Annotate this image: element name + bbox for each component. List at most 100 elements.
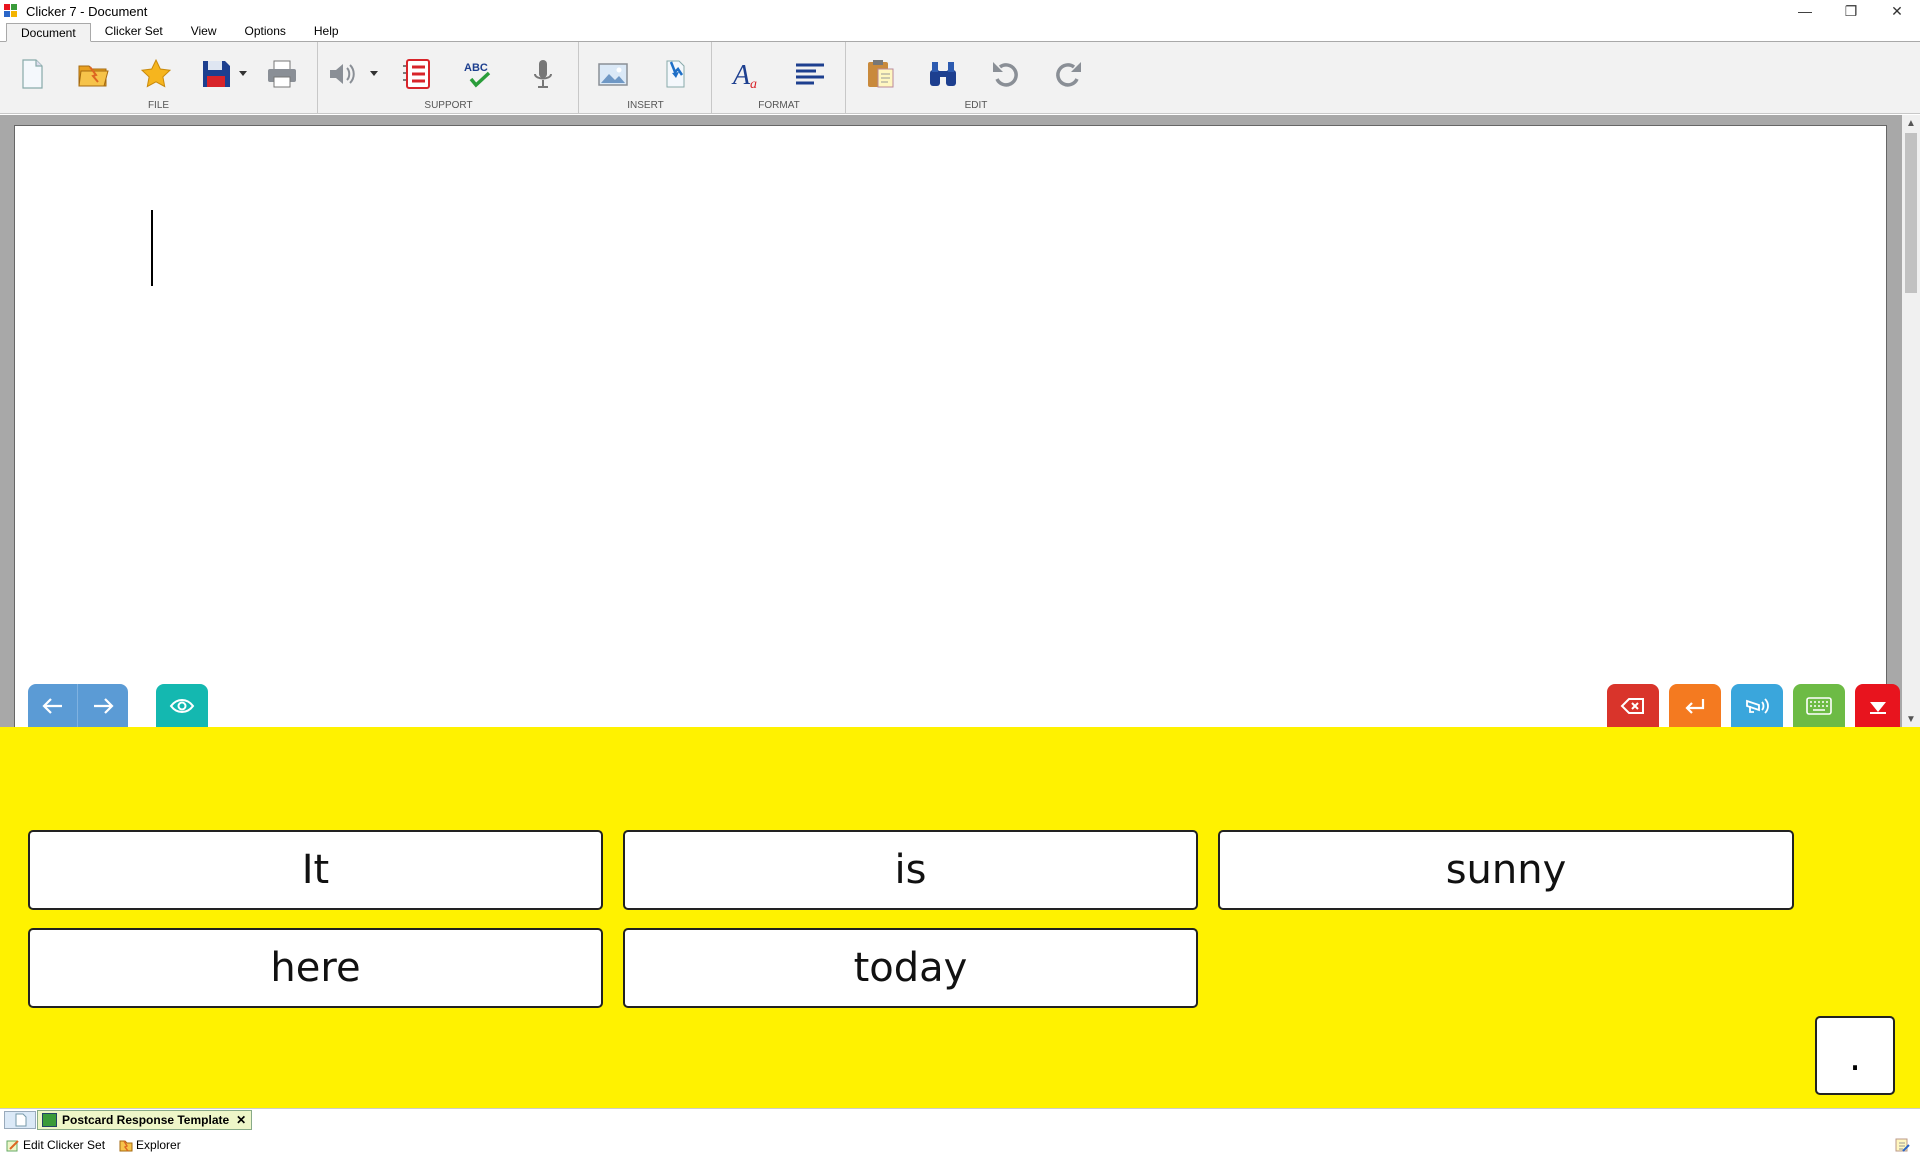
tab-clicker-set[interactable]: Clicker Set	[91, 22, 177, 41]
collapse-down-icon	[1869, 701, 1886, 714]
clicker-window: Clicker 7 - Document — ❐ ✕ Document Clic…	[0, 0, 1920, 1160]
full-stop-cell[interactable]: .	[1815, 1016, 1895, 1095]
backspace-button[interactable]	[1607, 684, 1659, 727]
status-bar: Edit Clicker Set Explorer	[0, 1130, 1920, 1160]
spellcheck-abc-icon: ABC	[464, 62, 491, 88]
preview-button[interactable]	[156, 684, 208, 727]
document-tab-icon[interactable]	[4, 1111, 36, 1129]
window-title: Clicker 7 - Document	[26, 3, 148, 19]
edit-clicker-set-label: Edit Clicker Set	[23, 1138, 106, 1152]
ribbon-group-support: ABC SUPPORT	[319, 42, 579, 114]
scrollbar-thumb[interactable]	[1905, 133, 1917, 293]
close-tab-icon[interactable]: ✕	[236, 1111, 246, 1129]
ribbon-group-format: Aa FORMAT	[713, 42, 846, 114]
tab-options[interactable]: Options	[231, 22, 300, 41]
enter-button[interactable]	[1669, 684, 1721, 727]
hide-grid-button[interactable]	[1855, 684, 1900, 727]
speech-dropdown-caret-icon[interactable]	[370, 71, 378, 76]
font-button[interactable]: Aa	[727, 54, 767, 94]
speak-aloud-icon	[1746, 697, 1769, 714]
redo-icon	[1056, 62, 1081, 87]
eye-icon	[169, 698, 195, 713]
clicker-set-icon	[42, 1113, 57, 1127]
paste-button[interactable]	[860, 54, 900, 94]
open-button[interactable]	[73, 54, 113, 94]
clicker-set-tab-label: Postcard Response Template	[62, 1113, 230, 1127]
explorer-label: Explorer	[136, 1138, 181, 1152]
favourite-button[interactable]	[136, 54, 176, 94]
insert-document-icon	[666, 60, 685, 88]
document-area	[0, 115, 1902, 727]
ribbon-label-support: SUPPORT	[424, 100, 473, 111]
undo-icon	[993, 62, 1018, 87]
clipboard-icon	[868, 60, 894, 88]
ribbon-label-edit: EDIT	[964, 100, 988, 111]
ribbon-group-edit: EDIT	[847, 42, 1105, 114]
ribbon-label-format: FORMAT	[758, 100, 800, 111]
binoculars-icon	[930, 62, 956, 86]
microphone-icon	[534, 60, 552, 88]
scroll-up-icon[interactable]: ▲	[1902, 115, 1920, 131]
font-style-icon: Aa	[731, 60, 757, 91]
document-scrollbar[interactable]: ▲ ▼	[1902, 115, 1920, 727]
speaker-icon	[330, 64, 355, 84]
open-folder-icon	[78, 65, 109, 87]
ribbon-toolbar: FILE ABC SUPPORT INSERT A a FORMAT EDIT	[0, 42, 1920, 114]
svg-text:a: a	[750, 77, 757, 91]
ribbon-label-insert: INSERT	[627, 100, 664, 111]
insert-picture-button[interactable]	[593, 54, 633, 94]
minimize-button[interactable]: —	[1782, 0, 1828, 22]
word-cell-here[interactable]: here	[28, 928, 603, 1008]
find-button[interactable]	[923, 54, 963, 94]
insert-file-button[interactable]	[655, 54, 695, 94]
tab-view[interactable]: View	[177, 22, 231, 41]
word-cell-today[interactable]: today	[623, 928, 1198, 1008]
arrow-right-icon	[94, 697, 114, 714]
word-cell-is[interactable]: is	[623, 830, 1198, 910]
ribbon-group-file: FILE	[0, 42, 318, 114]
close-window-button[interactable]: ✕	[1874, 0, 1920, 22]
document-page[interactable]	[14, 125, 1887, 727]
align-button[interactable]	[790, 54, 830, 94]
ribbon-group-insert: INSERT	[580, 42, 712, 114]
explorer-link[interactable]: Explorer	[119, 1138, 181, 1152]
keyboard-button[interactable]	[1793, 684, 1845, 727]
navigation-button-group	[28, 684, 128, 727]
enter-return-icon	[1685, 698, 1705, 714]
ribbon-label-file: FILE	[147, 100, 170, 111]
spellcheck-button[interactable]: ABC	[459, 54, 499, 94]
tab-document[interactable]: Document	[6, 23, 91, 42]
edit-clicker-set-link[interactable]: Edit Clicker Set	[6, 1138, 105, 1152]
print-button[interactable]	[262, 54, 302, 94]
title-bar: Clicker 7 - Document — ❐ ✕	[0, 0, 1920, 22]
word-cell-it[interactable]: It	[28, 830, 603, 910]
word-cell-sunny[interactable]: sunny	[1218, 830, 1794, 910]
star-icon	[140, 58, 172, 88]
save-button[interactable]	[196, 54, 236, 94]
window-controls: — ❐ ✕	[1782, 0, 1920, 22]
previous-button[interactable]	[28, 684, 78, 727]
scroll-down-icon[interactable]: ▼	[1902, 711, 1920, 727]
document-tab-strip: Postcard Response Template ✕	[0, 1108, 1920, 1130]
speak-button[interactable]	[1731, 684, 1783, 727]
word-predictor-button[interactable]	[397, 54, 437, 94]
redo-button[interactable]	[1048, 54, 1088, 94]
backspace-icon	[1620, 697, 1644, 714]
menu-bar: Document Clicker Set View Options Help	[0, 22, 1920, 42]
tab-help[interactable]: Help	[300, 22, 353, 41]
restore-button[interactable]: ❐	[1828, 0, 1874, 22]
save-disk-icon	[203, 61, 230, 87]
voice-recording-button[interactable]	[523, 54, 563, 94]
keyboard-icon	[1806, 696, 1832, 715]
notes-icon[interactable]	[1894, 1137, 1910, 1156]
clicker-set-tab[interactable]: Postcard Response Template ✕	[37, 1110, 253, 1130]
speech-button[interactable]	[322, 54, 362, 94]
new-document-button[interactable]	[12, 54, 52, 94]
explorer-folder-icon	[119, 1140, 133, 1152]
save-dropdown-caret-icon[interactable]	[239, 71, 247, 76]
next-button[interactable]	[78, 684, 128, 727]
arrow-left-icon	[41, 697, 62, 714]
clicker-app-icon	[4, 4, 18, 18]
undo-button[interactable]	[986, 54, 1026, 94]
picture-icon	[598, 63, 628, 86]
